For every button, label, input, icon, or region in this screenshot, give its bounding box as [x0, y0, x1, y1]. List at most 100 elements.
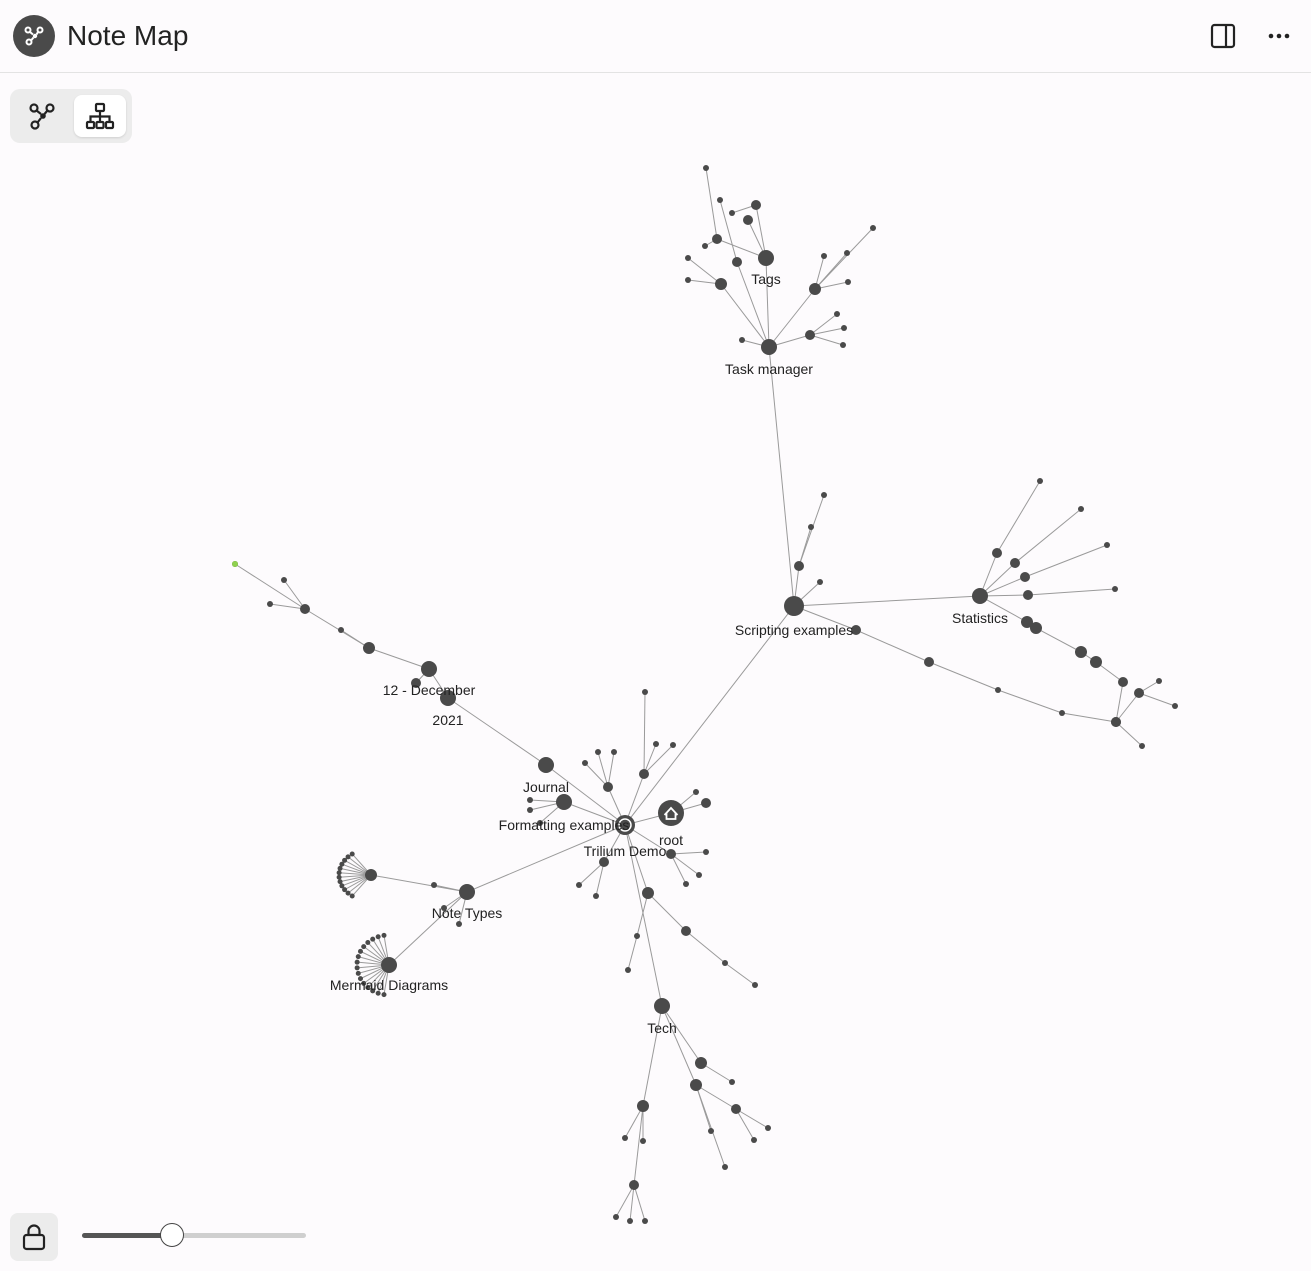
graph-node[interactable]: [765, 1125, 771, 1131]
graph-node[interactable]: [703, 849, 709, 855]
graph-node[interactable]: [1075, 646, 1087, 658]
graph-node[interactable]: [355, 970, 361, 976]
graph-node[interactable]: [456, 921, 462, 927]
graph-node[interactable]: [1037, 478, 1043, 484]
root-node[interactable]: [658, 800, 684, 826]
graph-node[interactable]: [639, 769, 649, 779]
graph-node[interactable]: [642, 1218, 648, 1224]
graph-node[interactable]: [582, 760, 588, 766]
graph-node[interactable]: [338, 627, 344, 633]
graph-node[interactable]: [722, 960, 728, 966]
graph-node[interactable]: [1104, 542, 1110, 548]
graph-node[interactable]: [421, 661, 437, 677]
graph-node[interactable]: [625, 967, 631, 973]
graph-node[interactable]: [808, 524, 814, 530]
graph-node[interactable]: [821, 492, 827, 498]
graph-node[interactable]: [556, 794, 572, 810]
graph-node[interactable]: [821, 253, 827, 259]
graph-node[interactable]: [613, 1214, 619, 1220]
graph-node[interactable]: [640, 1138, 646, 1144]
graph-node[interactable]: [354, 965, 360, 971]
graph-node[interactable]: [357, 948, 363, 954]
graph-node[interactable]: [355, 954, 361, 960]
graph-node[interactable]: [1118, 677, 1128, 687]
graph-node[interactable]: [538, 757, 554, 773]
graph-node[interactable]: [717, 197, 723, 203]
graph-node[interactable]: [381, 957, 397, 973]
graph-node[interactable]: [666, 849, 676, 859]
graph-node[interactable]: [751, 1137, 757, 1143]
graph-node[interactable]: [1059, 710, 1065, 716]
graph-node[interactable]: [731, 1104, 741, 1114]
graph-node[interactable]: [729, 210, 735, 216]
graph-node[interactable]: [761, 339, 777, 355]
graph-node[interactable]: [722, 1164, 728, 1170]
graph-node[interactable]: [1020, 572, 1030, 582]
graph-node[interactable]: [1134, 688, 1144, 698]
graph-node[interactable]: [870, 225, 876, 231]
graph-node[interactable]: [992, 548, 1002, 558]
graph-node[interactable]: [696, 872, 702, 878]
graph-node[interactable]: [1139, 743, 1145, 749]
graph-node[interactable]: [995, 687, 1001, 693]
graph-node[interactable]: [363, 642, 375, 654]
graph-node[interactable]: [1030, 622, 1042, 634]
graph-node[interactable]: [743, 215, 753, 225]
graph-node[interactable]: [1078, 506, 1084, 512]
graph-node[interactable]: [1090, 656, 1102, 668]
graph-node[interactable]: [349, 851, 355, 857]
graph-node[interactable]: [703, 165, 709, 171]
graph-node[interactable]: [1111, 717, 1121, 727]
graph-node[interactable]: [834, 311, 840, 317]
graph-node[interactable]: [337, 879, 343, 885]
graph-node[interactable]: [685, 255, 691, 261]
note-map-graph[interactable]: Tags Task manager Scripting examples Sta…: [0, 0, 1311, 1271]
graph-node[interactable]: [683, 881, 689, 887]
graph-node[interactable]: [715, 278, 727, 290]
graph-node[interactable]: [611, 749, 617, 755]
graph-node[interactable]: [701, 798, 711, 808]
graph-node[interactable]: [681, 926, 691, 936]
graph-node[interactable]: [695, 1057, 707, 1069]
graph-node[interactable]: [685, 277, 691, 283]
graph-node[interactable]: [752, 982, 758, 988]
graph-node[interactable]: [622, 1135, 628, 1141]
graph-node[interactable]: [758, 250, 774, 266]
graph-node[interactable]: [794, 561, 804, 571]
graph-node[interactable]: [732, 257, 742, 267]
graph-node[interactable]: [629, 1180, 639, 1190]
graph-node[interactable]: [751, 200, 761, 210]
graph-node[interactable]: [576, 882, 582, 888]
zoom-slider[interactable]: [82, 1223, 306, 1247]
zoom-slider-thumb[interactable]: [159, 1223, 184, 1247]
graph-node[interactable]: [361, 944, 367, 950]
graph-node[interactable]: [712, 234, 722, 244]
graph-node[interactable]: [702, 243, 708, 249]
graph-node[interactable]: [1023, 590, 1033, 600]
graph-node[interactable]: [634, 933, 640, 939]
lock-button[interactable]: [10, 1213, 58, 1261]
graph-node[interactable]: [805, 330, 815, 340]
graph-node[interactable]: [281, 577, 287, 583]
graph-node[interactable]: [593, 893, 599, 899]
graph-node[interactable]: [924, 657, 934, 667]
graph-node[interactable]: [642, 887, 654, 899]
graph-node[interactable]: [654, 998, 670, 1014]
graph-node[interactable]: [653, 741, 659, 747]
graph-node[interactable]: [354, 959, 360, 965]
graph-node[interactable]: [972, 588, 988, 604]
graph-node[interactable]: [845, 279, 851, 285]
graph-node[interactable]: [336, 870, 342, 876]
graph-node[interactable]: [603, 782, 613, 792]
graph-node[interactable]: [729, 1079, 735, 1085]
graph-node[interactable]: [365, 939, 371, 945]
graph-node[interactable]: [336, 874, 342, 880]
graph-node[interactable]: [381, 932, 387, 938]
graph-node[interactable]: [431, 882, 437, 888]
graph-node[interactable]: [527, 797, 533, 803]
graph-node[interactable]: [844, 250, 850, 256]
graph-node[interactable]: [370, 936, 376, 942]
graph-node[interactable]: [345, 854, 351, 860]
graph-node[interactable]: [349, 893, 355, 899]
graph-node[interactable]: [840, 342, 846, 348]
